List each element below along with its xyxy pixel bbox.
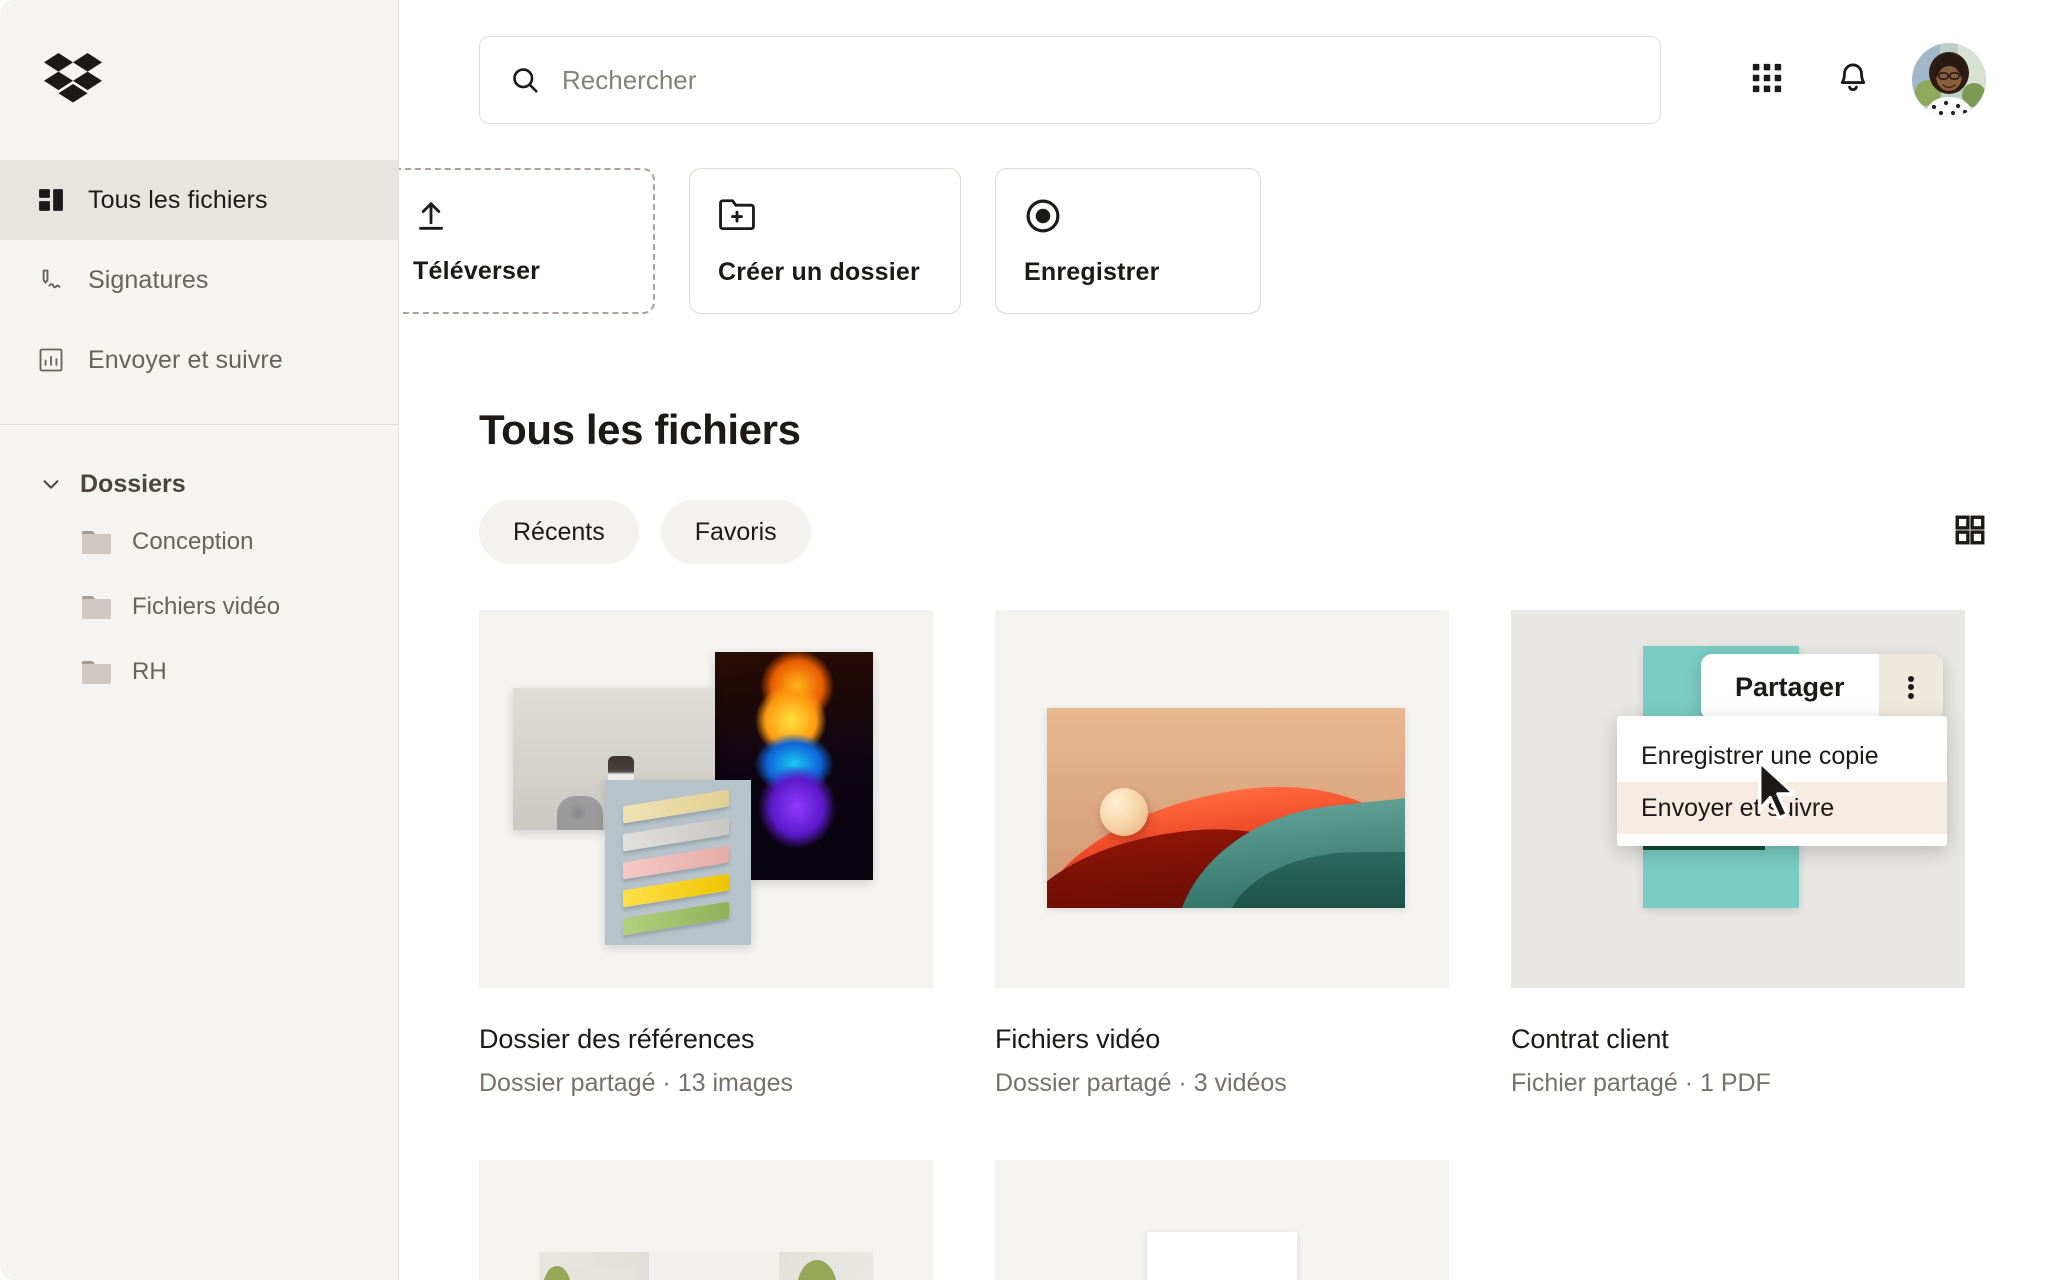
file-card-meta: Fichier partagé · 1 PDF xyxy=(1511,1069,1771,1097)
file-card-name: Dossier des références xyxy=(479,1024,755,1054)
folder-label: Conception xyxy=(132,527,254,555)
thumbnail-business-letter[interactable] xyxy=(995,1160,1449,1280)
chevron-down-icon xyxy=(40,473,62,495)
thumb-image-waves xyxy=(1047,708,1405,908)
topbar-actions xyxy=(1724,37,1992,123)
file-card-contract[interactable]: Contrat client Partager xyxy=(1511,610,1965,1098)
dropbox-app-window: Tous les fichiers Signatures Envoyer et … xyxy=(0,0,2048,1280)
apps-grid-button[interactable] xyxy=(1724,37,1810,123)
sidebar-folder-video-files[interactable]: Fichiers vidéo xyxy=(0,574,398,639)
file-card[interactable]: Dossier des références Dossier partagé ·… xyxy=(479,610,933,1098)
filters-row: Récents Favoris xyxy=(399,454,2048,564)
top-bar: Rechercher xyxy=(399,0,2048,124)
search-input[interactable]: Rechercher xyxy=(479,36,1661,124)
filter-label: Récents xyxy=(513,517,605,546)
share-popover: Partager xyxy=(1701,654,1943,720)
file-card-meta: Dossier partagé · 13 images xyxy=(479,1069,794,1097)
context-menu-item-label: Envoyer et suivre xyxy=(1641,793,1835,822)
grid-view-toggle[interactable] xyxy=(1948,510,1992,554)
context-menu: Enregistrer une copie Envoyer et suivre xyxy=(1617,716,1947,846)
primary-nav: Tous les fichiers Signatures Envoyer et … xyxy=(0,160,398,400)
sidebar-item-all-files[interactable]: Tous les fichiers xyxy=(0,160,398,240)
sidebar-item-label: Envoyer et suivre xyxy=(88,345,283,374)
file-card-meta: Dossier partagé · 3 vidéos xyxy=(995,1069,1287,1097)
file-grid: Dossier des références Dossier partagé ·… xyxy=(399,564,2048,1098)
filter-label: Favoris xyxy=(694,517,777,546)
folder-label: Fichiers vidéo xyxy=(132,592,281,620)
sidebar-folder-conception[interactable]: Conception xyxy=(0,509,398,574)
file-card-name: Contrat client xyxy=(1511,1024,1669,1054)
sidebar-item-send-track[interactable]: Envoyer et suivre xyxy=(0,320,398,400)
create-folder-button[interactable]: Créer un dossier xyxy=(689,168,961,314)
main-content: Rechercher Téléverser Créer un dossier E… xyxy=(399,0,2048,1280)
context-menu-item-send-track[interactable]: Envoyer et suivre xyxy=(1617,782,1947,834)
folder-icon xyxy=(82,659,112,685)
upload-button-label: Téléverser xyxy=(413,257,541,285)
folders-section-header[interactable]: Dossiers xyxy=(0,459,398,509)
sidebar: Tous les fichiers Signatures Envoyer et … xyxy=(0,0,399,1280)
logo-zone xyxy=(0,0,398,160)
create-folder-button-label: Créer un dossier xyxy=(718,258,920,286)
filter-favorites[interactable]: Favoris xyxy=(660,500,811,564)
thumbnail-abstract-waves[interactable] xyxy=(995,610,1449,988)
apps-grid-icon xyxy=(1750,61,1784,100)
record-button[interactable]: Enregistrer xyxy=(995,168,1261,314)
more-options-button[interactable] xyxy=(1878,654,1943,720)
thumbnail-architecture-photo[interactable] xyxy=(479,1160,933,1280)
filter-recents[interactable]: Récents xyxy=(479,500,639,564)
all-files-icon xyxy=(36,185,66,215)
folders-section-title: Dossiers xyxy=(80,469,186,498)
thumb-image-architecture xyxy=(539,1252,873,1280)
sidebar-item-signatures[interactable]: Signatures xyxy=(0,240,398,320)
folder-icon xyxy=(82,529,112,555)
file-card[interactable]: Fichiers vidéo Dossier partagé · 3 vidéo… xyxy=(995,610,1449,1098)
sidebar-item-label: Signatures xyxy=(88,265,209,294)
grid-bottom-spacer xyxy=(1511,1160,1965,1280)
context-menu-item-save-copy[interactable]: Enregistrer une copie xyxy=(1617,730,1947,782)
upload-icon xyxy=(413,198,451,236)
thumbnail-contract-document[interactable]: Contrat client Partager xyxy=(1511,610,1965,988)
record-icon xyxy=(1024,197,1062,235)
context-menu-item-label: Enregistrer une copie xyxy=(1641,741,1879,770)
thumb-image-letter xyxy=(1147,1232,1297,1280)
send-track-icon xyxy=(36,345,66,375)
share-button-label: Partager xyxy=(1735,671,1845,702)
file-card-name: Fichiers vidéo xyxy=(995,1024,1161,1054)
signature-icon xyxy=(36,265,66,295)
grid-view-icon xyxy=(1953,513,1987,552)
page-title: Tous les fichiers xyxy=(479,406,801,453)
avatar[interactable] xyxy=(1912,43,1986,117)
upload-button[interactable]: Téléverser xyxy=(399,168,655,314)
search-icon xyxy=(510,65,540,95)
quick-actions-row: Créer Téléverser Créer un dossier xyxy=(399,124,2048,314)
share-button[interactable]: Partager xyxy=(1701,654,1879,720)
bell-icon xyxy=(1836,61,1870,100)
folder-plus-icon xyxy=(718,197,756,235)
search-placeholder: Rechercher xyxy=(562,64,697,95)
sidebar-item-label: Tous les fichiers xyxy=(88,185,268,214)
record-button-label: Enregistrer xyxy=(1024,258,1160,286)
folder-label: RH xyxy=(132,657,167,685)
dropbox-logo[interactable] xyxy=(42,53,104,107)
folder-icon xyxy=(82,594,112,620)
sidebar-folder-rh[interactable]: RH xyxy=(0,639,398,704)
thumbnail-photo-collage[interactable] xyxy=(479,610,933,988)
more-options-icon xyxy=(1907,673,1914,701)
notifications-button[interactable] xyxy=(1810,37,1896,123)
folders-section: Dossiers Conception Fichiers vidéo RH xyxy=(0,425,398,704)
thumb-image-layer-stack xyxy=(605,780,751,945)
file-grid-bottom-row xyxy=(399,1098,2048,1280)
